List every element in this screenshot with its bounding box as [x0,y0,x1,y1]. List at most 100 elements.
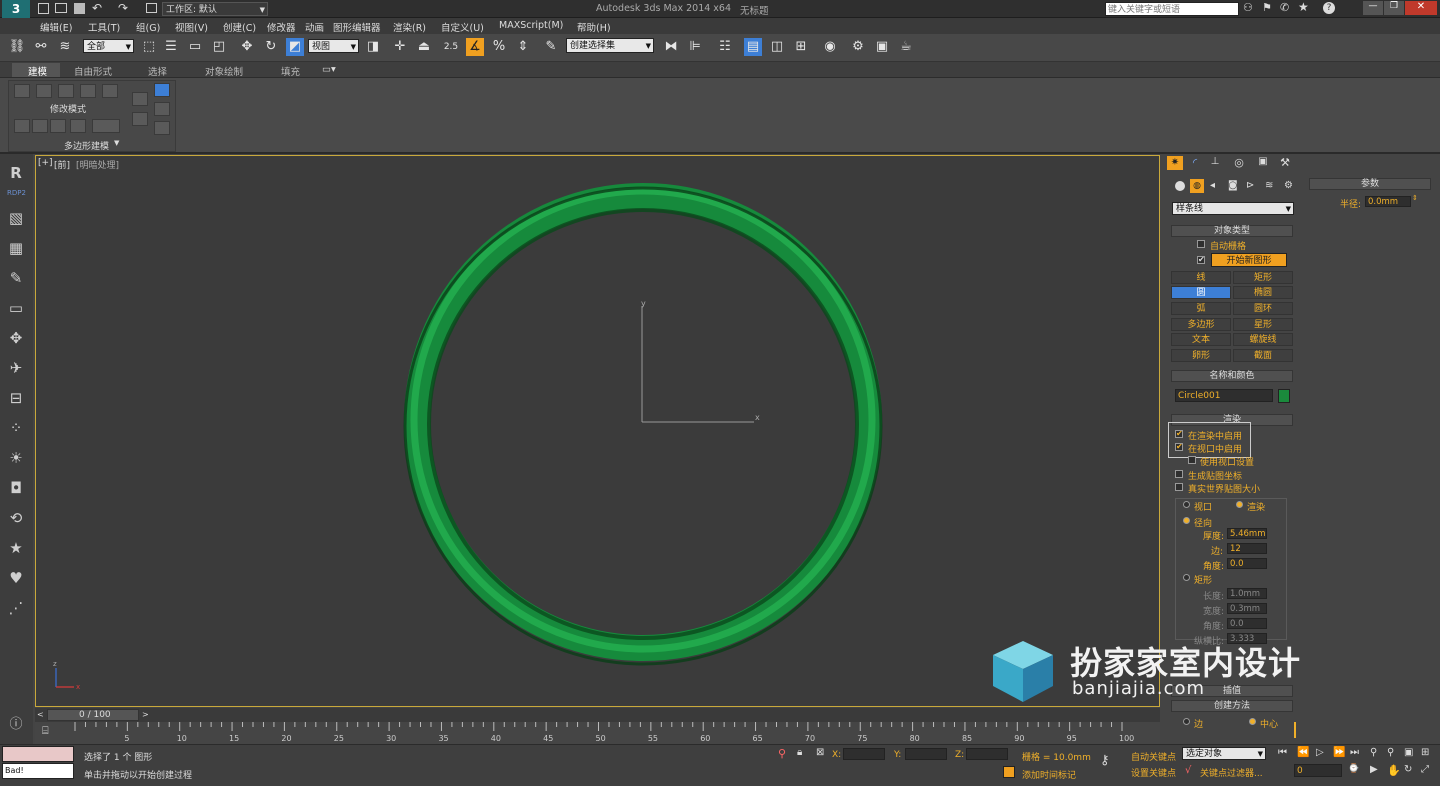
rect-selection-icon[interactable]: ▭ [186,38,204,56]
ribbon-btn-5[interactable] [102,84,118,98]
tab-motion-icon[interactable]: ◎ [1231,156,1247,170]
gen-mapping-checkbox[interactable] [1175,470,1183,478]
fov-icon[interactable]: ▶ [1370,764,1378,775]
select-by-name-icon[interactable]: ☰ [162,38,180,56]
rotate-icon[interactable]: ↻ [262,38,280,56]
name-color-header[interactable]: 名称和颜色 [1171,370,1293,382]
ribbon-btn-13[interactable] [154,102,170,116]
ribbon-btn-1[interactable] [14,84,30,98]
menu-animation[interactable]: 动画 [305,20,324,34]
key-filters-icon[interactable]: √ [1185,765,1191,776]
refresh-icon[interactable]: ⟲ [6,508,26,528]
tab-display-icon[interactable]: ▣ [1255,156,1271,170]
sides-spinner[interactable]: 12 [1227,543,1267,554]
star-icon[interactable]: ★ [6,538,26,558]
start-new-shape-button[interactable]: 开始新图形 [1211,253,1287,267]
space-warps-icon[interactable]: ≋ [1265,180,1273,191]
width-spinner[interactable]: 0.3mm [1227,603,1267,614]
ribbon-btn-9[interactable] [70,119,86,133]
tab-create-icon[interactable]: ✷ [1167,156,1183,170]
enable-viewport-checkbox[interactable]: ✔ [1175,443,1183,451]
viewport-front[interactable]: [+] [前] [明暗处理] y x z x [35,155,1160,707]
add-time-tag-icon[interactable] [1003,766,1015,778]
image-icon[interactable]: ▧ [6,208,26,228]
schematic-view-icon[interactable]: ⊞ [792,38,810,56]
favorites-icon[interactable]: ★ [1298,0,1309,14]
lock-icon[interactable]: 🔒︎ [797,747,802,758]
add-time-tag[interactable]: 添加时间标记 [1022,768,1076,781]
ribbon-btn-15[interactable] [154,121,170,135]
render-r-icon[interactable]: R [6,163,26,183]
parameters-header[interactable]: 参数 [1309,178,1431,190]
tab-freeform[interactable]: 自由形式 [74,64,112,78]
angle-snap-icon[interactable]: ∡ [466,38,484,56]
menu-graph-editors[interactable]: 图形编辑器 [333,20,381,34]
time-config-icon[interactable]: ⌚ [1348,764,1359,774]
zoom-icon[interactable]: ⚲ [1370,747,1377,758]
go-to-start-icon[interactable]: ⏮ [1278,747,1287,758]
angle2-spinner[interactable]: 0.0 [1227,618,1267,629]
ribbon-options-icon[interactable]: ▭▾ [322,64,336,75]
menu-views[interactable]: 视图(V) [175,20,208,34]
named-selection-dropdown[interactable]: 创建选择集 ▼ [566,38,654,53]
use-viewport-settings-checkbox[interactable] [1188,456,1196,464]
angle-spinner[interactable]: 0.0 [1227,558,1267,569]
object-color-swatch[interactable] [1278,389,1290,403]
ribbon-btn-11[interactable] [132,92,148,106]
rendered-frame-icon[interactable]: ▣ [873,38,891,56]
panel-dropdown-icon[interactable]: ▼ [114,139,119,147]
redo-icon[interactable]: ↷ [118,1,128,15]
menu-tools[interactable]: 工具(T) [88,20,120,34]
abs-mode-icon[interactable]: ⊠ [816,747,824,758]
selection-filter-dropdown[interactable]: 全部 ▼ [83,39,134,53]
ribbon-btn-10[interactable] [92,119,120,133]
line-button[interactable]: 线 [1171,271,1231,284]
menu-modifiers[interactable]: 修改器 [267,20,296,34]
maximize-button[interactable]: ❐ [1384,1,1404,15]
tab-modeling[interactable]: 建模 [28,64,47,78]
maximize-viewport-icon[interactable]: ⤢ [1421,764,1429,775]
grid-dots-icon[interactable]: ⁘ [6,418,26,438]
ellipse-button[interactable]: 椭圆 [1233,286,1293,299]
edge-radio[interactable] [1183,718,1190,725]
maxscript-output[interactable]: Bad! [2,763,74,779]
percent-snap-icon[interactable]: % [490,38,508,56]
go-to-end-icon[interactable]: ⏭ [1350,747,1359,758]
zoom-extents-all-icon[interactable]: ⊞ [1421,747,1429,758]
workspace-dropdown[interactable]: 工作区: 默认 ▼ [162,2,268,16]
time-slider[interactable]: < 0 / 100 > [35,708,1160,722]
auto-key-button[interactable]: 自动关键点 [1131,750,1176,763]
pivot-center-icon[interactable]: ◨ [364,38,382,56]
timeline-next-icon[interactable]: > [142,710,149,719]
text-button[interactable]: 文本 [1171,333,1231,346]
move-arrows-icon[interactable]: ✥ [6,328,26,348]
sun-icon[interactable]: ☀ [6,448,26,468]
ribbon-toggle-icon[interactable]: ▤ [744,38,762,56]
set-key-icon[interactable]: ⚷ [1100,753,1110,768]
edit-icon[interactable]: ✎ [6,268,26,288]
heart-icon[interactable]: ♥ [6,568,26,588]
star-button[interactable]: 星形 [1233,318,1293,331]
zoom-extents-icon[interactable]: ▣ [1404,747,1413,758]
lights-icon[interactable]: ◂ [1210,180,1215,191]
render-production-icon[interactable]: ☕ [897,38,915,56]
radius-spinner[interactable]: 0.0mm [1365,196,1411,207]
binoculars-icon[interactable]: ⚇ [1243,1,1253,14]
project-folder-icon[interactable] [146,3,157,13]
ribbon-btn-8[interactable] [50,119,66,133]
render-radio[interactable] [1236,501,1243,508]
quick-open-icon[interactable] [55,3,67,13]
help-icon[interactable]: ? [1323,2,1335,14]
z-coord-field[interactable] [966,748,1008,760]
unlink-icon[interactable]: ⚯ [32,38,50,56]
viewport-radio[interactable] [1183,501,1190,508]
camera-icon[interactable]: ◘ [6,478,26,498]
menu-group[interactable]: 组(G) [136,20,160,34]
ref-coord-dropdown[interactable]: 视图 ▼ [308,39,359,53]
select-manipulate-icon[interactable]: ✛ [391,38,409,56]
material-editor-icon[interactable]: ◉ [821,38,839,56]
tab-selection[interactable]: 选择 [148,64,167,78]
center-radio[interactable] [1249,718,1256,725]
tab-object-paint[interactable]: 对象绘制 [205,64,243,78]
section-button[interactable]: 截面 [1233,349,1293,362]
